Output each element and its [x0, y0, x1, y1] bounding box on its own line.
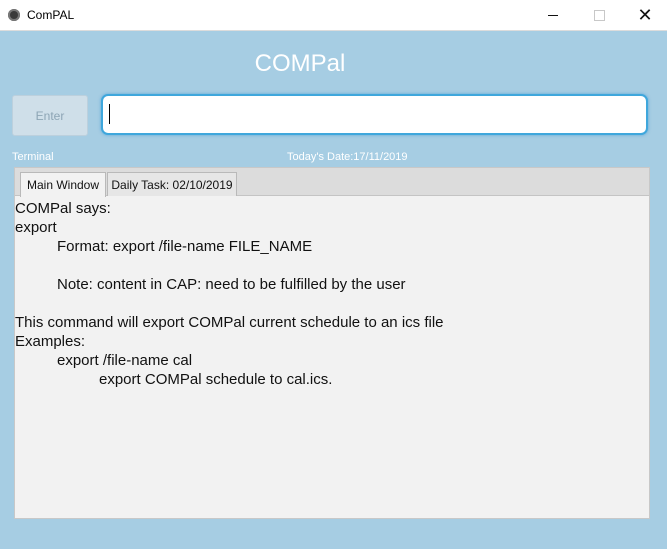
- output-line: export: [15, 219, 57, 236]
- output-line: export COMPal schedule to cal.ics.: [99, 371, 333, 388]
- app-icon: [8, 9, 20, 21]
- output-line: Examples:: [15, 333, 86, 350]
- terminal-label: Terminal: [12, 151, 54, 163]
- window-title: ComPAL: [27, 8, 75, 22]
- maximize-button[interactable]: [576, 0, 622, 30]
- output-text-area[interactable]: COMPal says: export Format: export /file…: [15, 197, 649, 518]
- minimize-button[interactable]: [530, 0, 576, 30]
- tab-daily-task[interactable]: Daily Task: 02/10/2019: [107, 172, 237, 196]
- maximize-icon: [593, 9, 605, 21]
- close-button[interactable]: ✕: [622, 0, 667, 30]
- output-line: Format: export /file-name FILE_NAME: [57, 238, 313, 255]
- text-caret: [109, 104, 110, 124]
- output-line: Note: content in CAP: need to be fulfill…: [57, 276, 406, 293]
- tab-main-window[interactable]: Main Window: [20, 172, 106, 197]
- output-line: This command will export COMPal current …: [15, 314, 444, 331]
- tab-bar: Main Window Daily Task: 02/10/2019: [15, 168, 649, 197]
- close-icon: ✕: [637, 5, 653, 25]
- todays-date-label: Today's Date:17/11/2019: [287, 151, 408, 163]
- command-input[interactable]: [101, 94, 648, 135]
- window-titlebar: ComPAL ✕: [0, 0, 667, 31]
- tab-pane: Main Window Daily Task: 02/10/2019 COMPa…: [14, 167, 650, 519]
- minimize-icon: [548, 14, 558, 16]
- output-line: export /file-name cal: [57, 352, 193, 369]
- enter-button[interactable]: Enter: [12, 95, 88, 136]
- output-line: COMPal says:: [15, 200, 111, 217]
- app-heading: COMPal: [254, 50, 346, 77]
